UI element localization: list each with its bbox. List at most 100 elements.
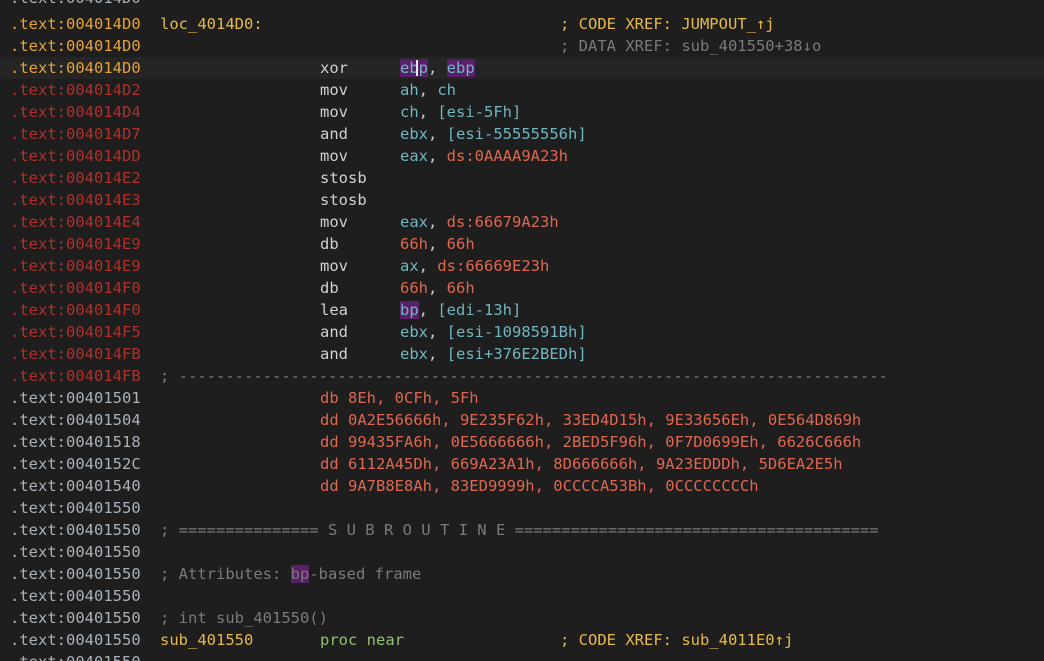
operand[interactable]: ch bbox=[437, 81, 456, 99]
listing-line[interactable]: .text:004014D7 and ebx, [esi-55555556h] bbox=[0, 123, 1044, 145]
listing-line[interactable]: .text:00401540 dd 9A7B8E8Ah, 83ED9999h, … bbox=[0, 475, 1044, 497]
operand[interactable]: ebx bbox=[400, 345, 428, 363]
listing-line[interactable]: .text:004014D0 ; DATA XREF: sub_401550+3… bbox=[0, 35, 1044, 57]
listing-line[interactable]: .text:004014FB and ebx, [esi+376E2BEDh] bbox=[0, 343, 1044, 365]
operand[interactable]: ds:0AAAA9A23h bbox=[447, 147, 568, 165]
listing-line[interactable]: .text:004014D4 mov ch, [esi-5Fh] bbox=[0, 101, 1044, 123]
operand[interactable]: 66h bbox=[400, 235, 428, 253]
listing-line[interactable]: .text:00401550 bbox=[0, 497, 1044, 519]
listing-line[interactable]: .text:00401550 ; int sub_401550() bbox=[0, 607, 1044, 629]
operands[interactable]: bp, [edi-13h] bbox=[400, 299, 521, 321]
listing-line[interactable]: .text:00401518 dd 99435FA6h, 0E5666666h,… bbox=[0, 431, 1044, 453]
address: .text:00401550 bbox=[10, 609, 141, 627]
operand[interactable]: ebx bbox=[400, 323, 428, 341]
data-directive[interactable]: dd 0A2E56666h, 9E235F62h, 33ED4D15h, 9E3… bbox=[320, 409, 861, 431]
address: .text:00401501 bbox=[10, 389, 141, 407]
operands[interactable]: ebx, [esi+376E2BEDh] bbox=[400, 343, 587, 365]
listing-line[interactable]: .text:00401550 bbox=[0, 541, 1044, 563]
address: .text:004014FB bbox=[10, 367, 141, 385]
listing-line[interactable]: .text:004014E9 mov ax, ds:66669E23h bbox=[0, 255, 1044, 277]
xref-comment[interactable]: ; CODE XREF: sub_4011E0↑j bbox=[560, 629, 793, 651]
operands[interactable]: ebx, [esi-1098591Bh] bbox=[400, 321, 587, 343]
listing-line-current[interactable]: .text:004014D0 xor ebp, ebp bbox=[0, 57, 1044, 79]
operand[interactable]: [esi-55555556h] bbox=[447, 125, 587, 143]
listing-line[interactable]: .text:004014D0 loc_4014D0: ; CODE XREF: … bbox=[0, 13, 1044, 35]
listing-line[interactable]: .text:00401550 ; Attributes: bp-based fr… bbox=[0, 563, 1044, 585]
listing-line[interactable]: .text:004014F5 and ebx, [esi-1098591Bh] bbox=[0, 321, 1044, 343]
address: .text:004014DD bbox=[10, 147, 141, 165]
operands[interactable]: 66h, 66h bbox=[400, 233, 475, 255]
operands[interactable]: ebp, ebp bbox=[400, 57, 475, 79]
listing-line[interactable]: .text:004014FB ; -----------------------… bbox=[0, 365, 1044, 387]
listing-line[interactable]: .text:004014F0 lea bp, [edi-13h] bbox=[0, 299, 1044, 321]
xref-comment[interactable]: ; CODE XREF: JUMPOUT_↑j bbox=[560, 13, 775, 35]
listing-line[interactable]: .text:00401550 bbox=[0, 585, 1044, 607]
operand[interactable]: ebp bbox=[446, 59, 475, 77]
mnemonic: stosb bbox=[320, 191, 367, 209]
operands[interactable]: eax, ds:0AAAA9A23h bbox=[400, 145, 568, 167]
operand[interactable]: ebx bbox=[400, 125, 428, 143]
operand[interactable]: ch bbox=[400, 103, 419, 121]
address: .text:00401550 bbox=[10, 543, 141, 561]
data-directive[interactable]: dd 9A7B8E8Ah, 83ED9999h, 0CCCCA53Bh, 0CC… bbox=[320, 475, 759, 497]
listing-line[interactable]: .text:00401550 bbox=[0, 651, 1044, 661]
operand[interactable]: ds:66669E23h bbox=[437, 257, 549, 275]
operand[interactable]: ebp bbox=[400, 59, 428, 77]
listing-line[interactable]: .text:004014D0 bbox=[0, 0, 1044, 9]
listing-line[interactable]: .text:00401550 sub_401550 proc near ; CO… bbox=[0, 629, 1044, 651]
listing-line[interactable]: .text:00401550 ; =============== S U B R… bbox=[0, 519, 1044, 541]
attributes-suffix: -based frame bbox=[309, 565, 422, 583]
operand[interactable]: ds:66679A23h bbox=[447, 213, 559, 231]
listing-line[interactable]: .text:004014E4 mov eax, ds:66679A23h bbox=[0, 211, 1044, 233]
address: .text:004014F5 bbox=[10, 323, 141, 341]
operand[interactable]: 66h bbox=[447, 235, 475, 253]
operand[interactable]: eax bbox=[400, 147, 428, 165]
operand[interactable]: eax bbox=[400, 213, 428, 231]
attributes-highlight[interactable]: bp bbox=[290, 565, 310, 583]
separator: ; --------------------------------------… bbox=[160, 367, 888, 385]
operand[interactable]: [esi-5Fh] bbox=[437, 103, 521, 121]
operand[interactable]: 66h bbox=[400, 279, 428, 297]
operand[interactable]: [esi-1098591Bh] bbox=[447, 323, 587, 341]
listing-line[interactable]: .text:004014DD mov eax, ds:0AAAA9A23h bbox=[0, 145, 1044, 167]
text-cursor bbox=[416, 60, 418, 76]
listing-line[interactable]: .text:00401501 db 8Eh, 0CFh, 5Fh bbox=[0, 387, 1044, 409]
function-label[interactable]: sub_401550 bbox=[160, 629, 253, 651]
operands[interactable]: 66h, 66h bbox=[400, 277, 475, 299]
operand[interactable]: ax bbox=[400, 257, 419, 275]
listing-line[interactable]: .text:004014E3 stosb bbox=[0, 189, 1044, 211]
mnemonic: xor bbox=[320, 59, 348, 77]
listing-line[interactable]: .text:004014F0 db 66h, 66h bbox=[0, 277, 1044, 299]
address: .text:00401518 bbox=[10, 433, 141, 451]
mnemonic: and bbox=[320, 345, 348, 363]
operands[interactable]: ax, ds:66669E23h bbox=[400, 255, 549, 277]
listing-line[interactable]: .text:004014D2 mov ah, ch bbox=[0, 79, 1044, 101]
listing-line[interactable]: .text:004014E2 stosb bbox=[0, 167, 1044, 189]
listing-line[interactable]: .text:0040152C dd 6112A45Dh, 669A23A1h, … bbox=[0, 453, 1044, 475]
operand[interactable]: [esi+376E2BEDh] bbox=[447, 345, 587, 363]
data-directive[interactable]: dd 6112A45Dh, 669A23A1h, 8D666666h, 9A23… bbox=[320, 453, 843, 475]
address: .text:004014F0 bbox=[10, 279, 141, 297]
data-directive[interactable]: db 8Eh, 0CFh, 5Fh bbox=[320, 387, 479, 409]
mnemonic: mov bbox=[320, 257, 348, 275]
operands[interactable]: ah, ch bbox=[400, 79, 456, 101]
function-declaration: ; int sub_401550() bbox=[160, 609, 328, 627]
operands[interactable]: ebx, [esi-55555556h] bbox=[400, 123, 587, 145]
operand[interactable]: 66h bbox=[447, 279, 475, 297]
operand[interactable]: bp bbox=[400, 301, 419, 319]
data-directive[interactable]: dd 99435FA6h, 0E5666666h, 2BED5F96h, 0F7… bbox=[320, 431, 861, 453]
address: .text:004014FB bbox=[10, 345, 141, 363]
operand[interactable]: ah bbox=[400, 81, 419, 99]
operands[interactable]: eax, ds:66679A23h bbox=[400, 211, 559, 233]
code-label[interactable]: loc_4014D0: bbox=[160, 13, 263, 35]
xref-comment[interactable]: ; DATA XREF: sub_401550+38↓o bbox=[560, 35, 821, 57]
proc-directive: proc near bbox=[320, 631, 404, 649]
listing-line[interactable]: .text:004014E9 db 66h, 66h bbox=[0, 233, 1044, 255]
disassembly-listing[interactable]: .text:004014D0 .text:004014D0 loc_4014D0… bbox=[0, 0, 1044, 661]
operands[interactable]: ch, [esi-5Fh] bbox=[400, 101, 521, 123]
operand[interactable]: [edi-13h] bbox=[437, 301, 521, 319]
listing-line[interactable]: .text:00401504 dd 0A2E56666h, 9E235F62h,… bbox=[0, 409, 1044, 431]
address: .text:00401550 bbox=[10, 651, 141, 661]
address: .text:004014E9 bbox=[10, 235, 141, 253]
address: .text:004014D0 bbox=[10, 0, 141, 9]
